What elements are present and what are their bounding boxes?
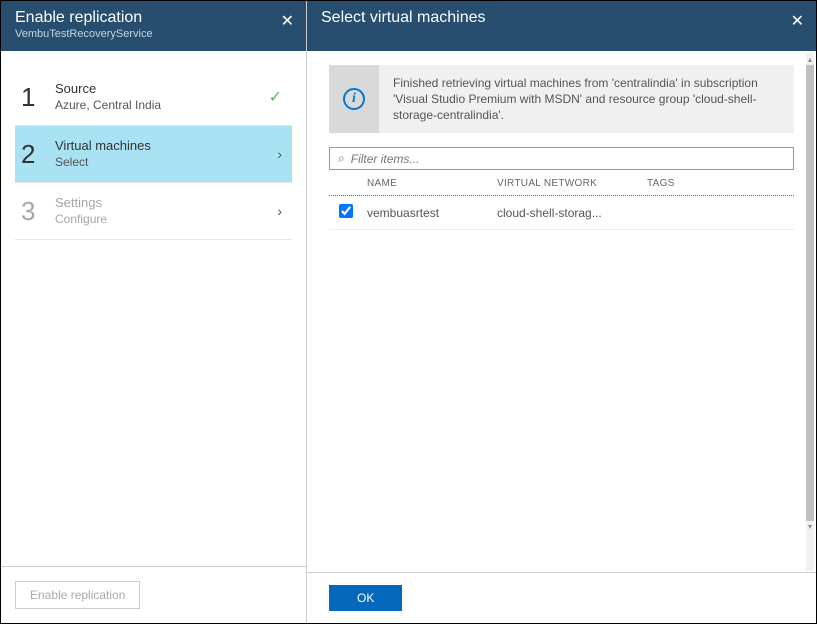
scroll-thumb[interactable] — [806, 65, 814, 521]
row-checkbox-wrap — [339, 204, 367, 221]
search-icon: ⌕ — [338, 151, 345, 166]
step-settings[interactable]: 3 Settings Configure › — [15, 183, 292, 240]
col-name: NAME — [367, 178, 497, 189]
col-network: VIRTUAL NETWORK — [497, 178, 647, 189]
close-icon[interactable]: ✕ — [791, 11, 804, 31]
table-row[interactable]: vembuasrtest cloud-shell-storag... — [329, 196, 794, 230]
row-name: vembuasrtest — [367, 206, 497, 220]
right-title: Select virtual machines — [321, 9, 802, 27]
step-subtitle: Azure, Central India — [55, 97, 269, 113]
row-checkbox[interactable] — [339, 204, 353, 218]
ok-button[interactable]: OK — [329, 585, 402, 611]
scrollbar[interactable]: ▴ ▾ — [806, 53, 814, 571]
right-body: i Finished retrieving virtual machines f… — [307, 51, 816, 572]
col-tags: TAGS — [647, 178, 790, 189]
left-subtitle: VembuTestRecoveryService — [15, 28, 292, 40]
chevron-right-icon: › — [277, 146, 282, 162]
right-header: Select virtual machines ✕ — [307, 1, 816, 51]
scroll-up-icon[interactable]: ▴ — [806, 53, 814, 65]
info-text: Finished retrieving virtual machines fro… — [379, 65, 794, 133]
left-header: Enable replication VembuTestRecoveryServ… — [1, 1, 306, 51]
row-network: cloud-shell-storag... — [497, 206, 647, 220]
right-panel: Select virtual machines ✕ i Finished ret… — [307, 1, 816, 623]
info-icon: i — [343, 88, 365, 110]
step-title: Source — [55, 81, 269, 97]
step-virtual-machines[interactable]: 2 Virtual machines Select › — [15, 126, 292, 183]
step-source[interactable]: 1 Source Azure, Central India ✓ — [15, 69, 292, 126]
right-footer: OK — [307, 572, 816, 623]
step-number: 3 — [21, 196, 55, 227]
check-icon: ✓ — [269, 87, 282, 107]
step-number: 1 — [21, 82, 55, 113]
info-banner: i Finished retrieving virtual machines f… — [329, 65, 794, 133]
step-number: 2 — [21, 139, 55, 170]
step-subtitle: Select — [55, 154, 277, 170]
chevron-right-icon: › — [277, 203, 282, 219]
close-icon[interactable]: ✕ — [281, 11, 294, 31]
step-subtitle: Configure — [55, 211, 277, 227]
left-panel: Enable replication VembuTestRecoveryServ… — [1, 1, 307, 623]
filter-box[interactable]: ⌕ — [329, 147, 794, 170]
step-title: Settings — [55, 195, 277, 211]
step-title: Virtual machines — [55, 138, 277, 154]
steps-list: 1 Source Azure, Central India ✓ 2 Virtua… — [1, 51, 306, 566]
enable-replication-button[interactable]: Enable replication — [15, 581, 140, 609]
scroll-down-icon[interactable]: ▾ — [806, 521, 814, 533]
filter-input[interactable] — [351, 152, 785, 166]
left-title: Enable replication — [15, 9, 292, 27]
table-header: NAME VIRTUAL NETWORK TAGS — [329, 170, 794, 196]
left-footer: Enable replication — [1, 566, 306, 623]
